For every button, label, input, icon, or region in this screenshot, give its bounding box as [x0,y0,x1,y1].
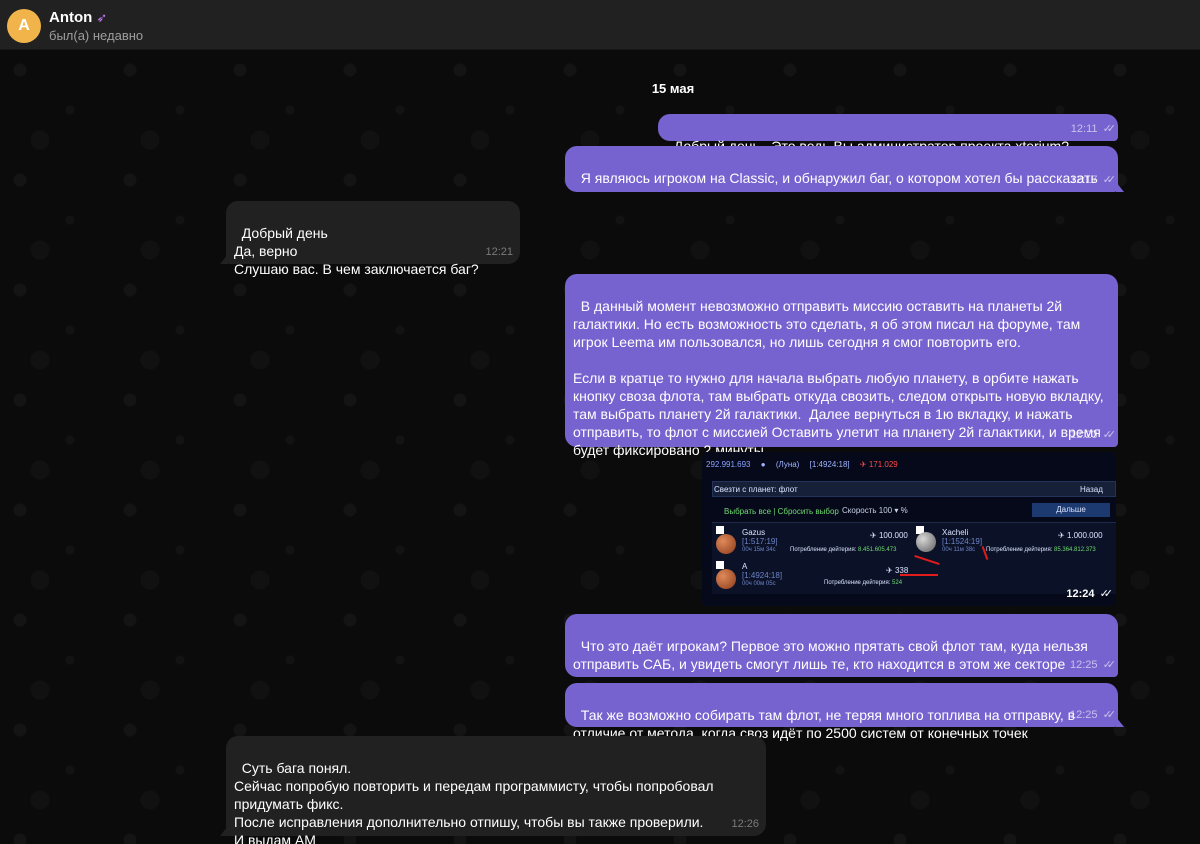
bubble-tail [220,826,228,836]
message-time: 12:23 [1069,429,1098,441]
planet-time: 00ч 00м 05с [742,581,776,587]
message-outgoing[interactable]: Так же возможно собирать там флот, не те… [565,683,1124,741]
speed-label: Скорость [842,506,877,515]
avatar[interactable]: A [7,9,41,43]
screenshot-title: Свезти с планет: флот [714,485,798,494]
planet-coords: [1:517:19] [742,537,778,546]
planet-icon [716,569,736,589]
message-time: 12:24 [1066,588,1095,600]
message-meta: 12:23 ✓✓ [1069,426,1117,444]
read-checkmarks-icon: ✓✓ [1102,123,1117,135]
fuel-value: 524 [892,580,903,586]
speed-percent: % [900,506,908,515]
planet-fuel: Потребление дейтерия: 524 [824,579,902,588]
screenshot-next-button: Дальше [1032,503,1110,517]
read-checkmarks-icon: ✓✓ [1102,709,1117,721]
message-time: 12:25 [1069,659,1098,671]
fuel-label: Потребление дейтерия: [824,580,891,586]
rocket-emoji-icon: ➶ [96,10,108,25]
planet-ships: ✈ 100.000 [870,531,908,540]
bubble-tail [220,254,228,264]
planet-checkbox [716,561,724,569]
message-outgoing[interactable]: В данный момент невозможно отправить мис… [565,274,1118,458]
message-meta: 12:26 [731,815,759,833]
message-incoming[interactable]: Добрый день Да, верно Слушаю вас. В чем … [220,201,520,277]
planet-fuel: Потребление дейтерия: 85.364.812.373 [986,546,1096,555]
bubble-tail [1116,182,1124,192]
fuel-label: Потребление дейтерия: [986,547,1053,553]
bubble-tail [1116,717,1124,727]
message-outgoing[interactable]: Я являюсь игроком на Classic, и обнаружи… [565,146,1124,192]
read-checkmarks-icon: ✓✓ [1102,174,1117,186]
screenshot-red-value: ✈ 171.029 [859,460,898,469]
screenshot-red-number: 171.029 [868,460,898,469]
read-checkmarks-icon: ✓✓ [1102,659,1117,671]
screenshot-topbar: 292.991.693 ● (Луна) [1:4924:18] ✈ 171.0… [706,460,914,469]
read-checkmarks-icon: ✓✓ [1102,429,1117,441]
planet-icon [916,532,936,552]
message-time: 12:11 [1070,123,1098,135]
planet-fuel: Потребление дейтерия: 8.451.605.473 [790,546,896,555]
fuel-value: 85.364.812.373 [1054,547,1096,553]
message-image[interactable]: 292.991.693 ● (Луна) [1:4924:18] ✈ 171.0… [702,452,1116,606]
fuel-label: Потребление дейтерия: [790,547,857,553]
screenshot-moon-label: (Луна) [775,460,800,469]
planet-ships-value: 1.000.000 [1066,531,1103,540]
message-meta: 12:25 ✓✓ [1069,706,1117,724]
planet-ships-value: 100.000 [878,531,908,540]
message-meta: 12:11 ✓✓ [1070,120,1117,138]
message-meta: 12:21 [485,243,513,261]
contact-status: был(а) недавно [49,28,144,43]
planet-name: Xacheli [942,528,969,537]
screenshot-select-links: Выбрать все | Сбросить выбор [724,507,839,516]
message-text: Я являюсь игроком на Classic, и обнаружи… [580,170,1098,186]
planet-name: A [742,562,748,571]
screenshot-back: Назад [1080,485,1103,494]
message-incoming[interactable]: Суть бага понял. Сейчас попробую повтори… [220,736,766,844]
message-text: Что это даёт игрокам? Первое это можно п… [573,638,1088,672]
screenshot-credits: 292.991.693 [706,460,751,469]
contact-name[interactable]: Anton ➶ [49,9,107,26]
speed-value: 100 [878,506,893,515]
message-meta: 12:17 ✓✓ [1069,171,1117,189]
message-outgoing[interactable]: Добрый день. Это ведь Вы администратор п… [658,114,1118,154]
red-arrow-annotation [900,574,938,576]
message-text: Суть бага понял. Сейчас попробую повтори… [234,760,714,844]
message-outgoing[interactable]: Что это даёт игрокам? Первое это можно п… [565,614,1118,677]
planet-ships: ✈ 1.000.000 [1058,531,1103,540]
contact-name-text: Anton [49,9,93,26]
message-time: 12:25 [1069,709,1098,721]
message-text: Добрый день Да, верно Слушаю вас. В чем … [234,225,479,277]
planet-coords: [1:1524:19] [942,537,983,546]
message-meta: 12:24 ✓✓ [1066,587,1114,600]
planet-checkbox [716,526,724,534]
moon-icon: ● [760,460,766,469]
chat-header: A Anton ➶ был(а) недавно [0,0,1200,50]
read-checkmarks-icon: ✓✓ [1099,588,1114,600]
date-separator: 15 мая [651,81,695,96]
fuel-value: 8.451.605.473 [858,547,897,553]
message-time: 12:17 [1069,174,1098,186]
message-meta: 12:25 ✓✓ [1069,656,1117,674]
planet-time: 00ч 15м 34с [742,547,776,553]
planet-time: 00ч 11м 38с [942,547,976,553]
screenshot-coords: [1:4924:18] [809,460,850,469]
planet-coords: [1:4924:18] [742,571,783,580]
planet-icon [716,534,736,554]
message-time: 12:21 [485,246,513,258]
message-time: 12:26 [731,818,759,830]
planet-name: Gazus [742,528,766,537]
screenshot-speed: Скорость 100 ▾ % [842,506,908,515]
message-text: В данный момент невозможно отправить мис… [573,298,1104,458]
